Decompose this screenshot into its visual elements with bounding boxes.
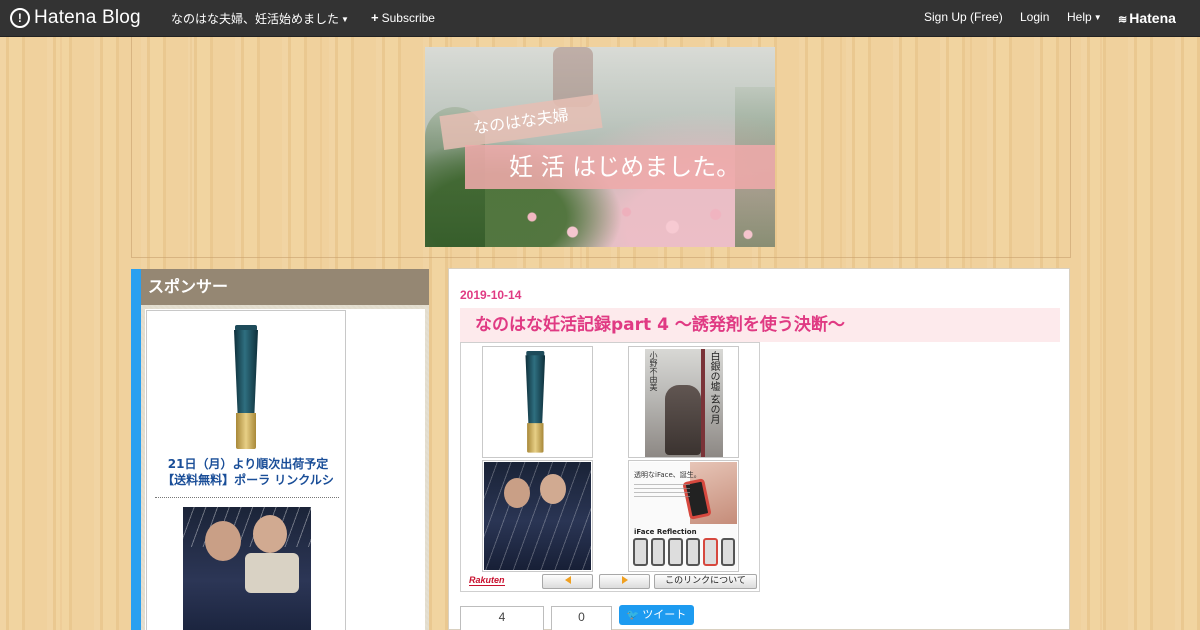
next-button[interactable] (599, 574, 650, 589)
blog-name-label: なのはな夫婦、妊活始めました (171, 12, 340, 26)
about-link-button[interactable]: このリンクについて (654, 574, 757, 589)
ad-text-line2: 【送料無料】ポーラ リンクルシ (162, 473, 334, 487)
prev-button[interactable] (542, 574, 593, 589)
sidebar: スポンサー 21日（月）より順次出荷予定 【送料無料】ポーラ リンクルシ (131, 269, 429, 630)
sponsor-module: 21日（月）より順次出荷予定 【送料無料】ポーラ リンクルシ (145, 309, 425, 630)
sidebar-title: スポンサー (141, 269, 429, 305)
tweet-button[interactable]: 🐦 ツイート (619, 605, 694, 625)
banner-petals (505, 197, 775, 247)
caret-down-icon: ▼ (1093, 13, 1102, 22)
plus-icon: + (371, 10, 379, 25)
tweet-label: ツイート (642, 608, 687, 621)
banner-title: 妊 活 はじめました。 (465, 145, 775, 189)
product-iface[interactable]: 透明なiFace、誕生。 iFace Reflection (628, 460, 739, 572)
facebook-share-count: 0 (578, 610, 585, 624)
hatena-link[interactable]: ≋ Hatena (1118, 10, 1176, 26)
rakuten-widget: 小野不由美 白銀の墟 玄の月 透明なiFace、誕生。 iFace Reflec… (460, 342, 760, 592)
post-date[interactable]: 2019-10-14 (460, 288, 521, 302)
book-cover-image: 小野不由美 白銀の墟 玄の月 (645, 349, 723, 457)
facebook-share-button[interactable]: 0 (551, 606, 612, 630)
help-label: Help (1067, 10, 1092, 24)
subscribe-label: Subscribe (381, 11, 435, 25)
iface-tagline: 透明なiFace、誕生。 (634, 471, 701, 479)
arrow-right-icon (621, 576, 628, 584)
post-title[interactable]: なのはな妊活記録part 4 ～誘発剤を使う決断～ (460, 308, 1060, 342)
book-author: 小野不由美 (649, 351, 658, 391)
product-album[interactable] (482, 460, 593, 572)
hatena-blog-logo[interactable]: ! Hatena Blog (10, 7, 141, 29)
logo-text: Hatena Blog (34, 7, 141, 28)
arrow-left-icon (564, 576, 571, 584)
product-cream[interactable] (482, 346, 593, 458)
book-title: 白銀の墟 玄の月 (708, 351, 719, 425)
ad-text-line1: 21日（月）より順次出荷予定 (167, 457, 329, 471)
blog-name-menu[interactable]: なのはな夫婦、妊活始めました ▼ (171, 10, 349, 27)
rakuten-logo[interactable]: Rakuten (469, 575, 505, 586)
album-cover-image (484, 462, 591, 570)
subscribe-button[interactable]: + Subscribe (371, 10, 435, 25)
login-link[interactable]: Login (1020, 10, 1049, 24)
main-article: 2019-10-14 なのはな妊活記録part 4 ～誘発剤を使う決断～ 小野不… (448, 268, 1070, 630)
hatena-wave-icon: ≋ (1118, 14, 1128, 26)
exclamation-icon: ! (10, 8, 30, 28)
iface-logo: iFace Reflection (634, 528, 697, 536)
twitter-bird-icon: 🐦 (626, 610, 640, 621)
cream-tube-image (523, 351, 548, 453)
album-cover-image[interactable] (183, 507, 311, 630)
cream-tube-image[interactable] (231, 325, 261, 449)
help-menu[interactable]: Help ▼ (1067, 10, 1102, 24)
banner-subtitle: なのはな夫婦 (439, 94, 603, 150)
hatena-label: Hatena (1129, 10, 1176, 26)
top-navbar: ! Hatena Blog なのはな夫婦、妊活始めました ▼ + Subscribe… (0, 0, 1200, 37)
caret-down-icon: ▼ (341, 15, 349, 24)
divider (155, 497, 339, 498)
iface-case-image: 透明なiFace、誕生。 iFace Reflection (630, 462, 737, 570)
blog-banner-image[interactable]: なのはな夫婦 妊 活 はじめました。 (425, 47, 775, 247)
sponsor-ad-link[interactable]: 21日（月）より順次出荷予定 【送料無料】ポーラ リンクルシ (155, 456, 341, 488)
product-book[interactable]: 小野不由美 白銀の墟 玄の月 (628, 346, 739, 458)
hatena-bookmark-button[interactable]: 4 (460, 606, 544, 630)
sign-up-link[interactable]: Sign Up (Free) (924, 10, 1003, 24)
hatena-bookmark-count: 4 (498, 610, 506, 624)
sponsor-ad[interactable]: 21日（月）より順次出荷予定 【送料無料】ポーラ リンクルシ (146, 310, 346, 630)
